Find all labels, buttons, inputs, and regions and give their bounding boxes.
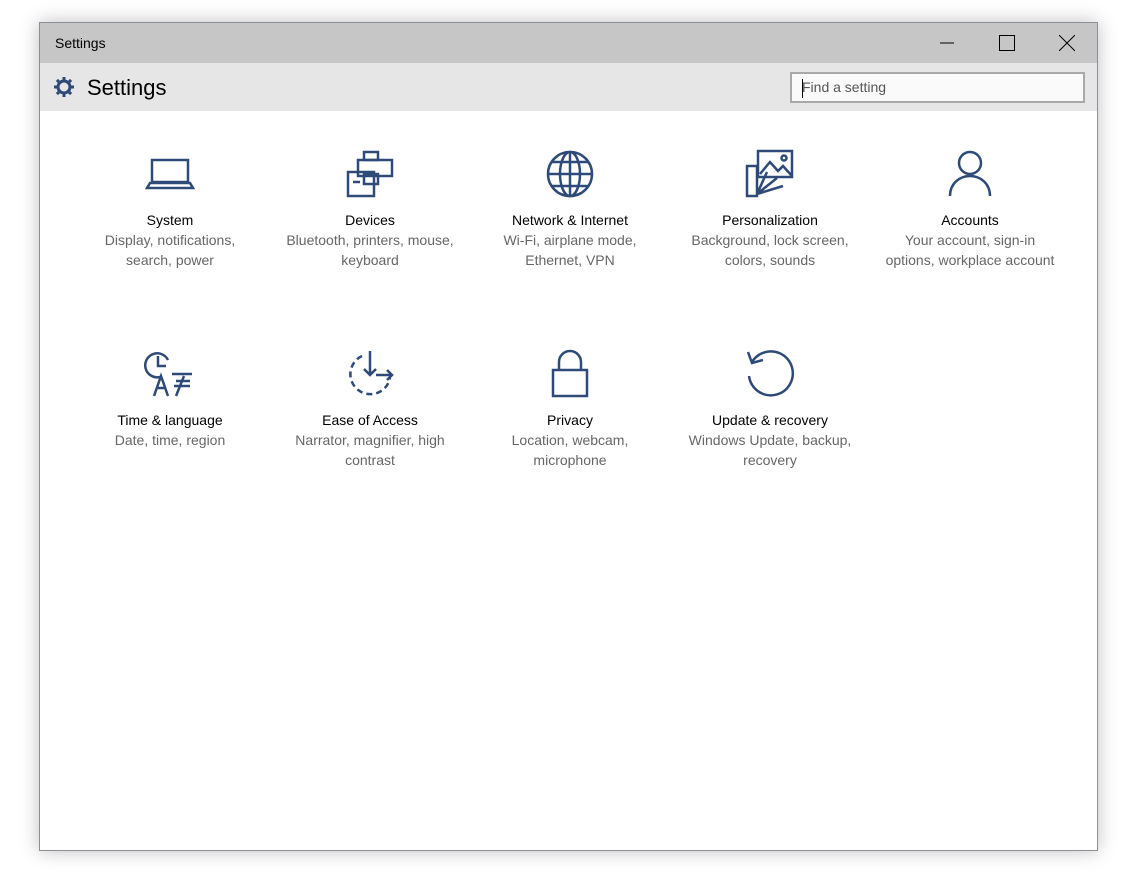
tile-description: Narrator, magnifier, high contrast <box>280 430 460 470</box>
tile-system[interactable]: System Display, notifications, search, p… <box>80 148 260 270</box>
tile-name: Devices <box>280 210 460 230</box>
tile-ease-of-access[interactable]: Ease of Access Narrator, magnifier, high… <box>280 348 460 470</box>
maximize-button[interactable] <box>977 23 1037 63</box>
tile-privacy[interactable]: Privacy Location, webcam, microphone <box>480 348 660 470</box>
personalization-icon <box>744 148 796 200</box>
gear-icon <box>53 76 75 98</box>
window-title: Settings <box>55 35 106 51</box>
search-input[interactable]: Find a setting <box>790 72 1085 103</box>
tile-description: Wi-Fi, airplane mode, Ethernet, VPN <box>480 230 660 270</box>
tile-personalization[interactable]: Personalization Background, lock screen,… <box>680 148 860 270</box>
tile-update-recovery[interactable]: Update & recovery Windows Update, backup… <box>680 348 860 470</box>
lock-icon <box>544 348 596 400</box>
close-icon <box>1059 35 1075 51</box>
time-language-icon <box>144 348 196 400</box>
tile-description: Display, notifications, search, power <box>80 230 260 270</box>
tile-description: Bluetooth, printers, mouse, keyboard <box>280 230 460 270</box>
tile-description: Background, lock screen, colors, sounds <box>680 230 860 270</box>
tile-name: Update & recovery <box>680 410 860 430</box>
tile-description: Date, time, region <box>80 430 260 450</box>
page-title: Settings <box>87 75 167 101</box>
tile-name: Accounts <box>880 210 1060 230</box>
minimize-button[interactable] <box>917 23 977 63</box>
tile-accounts[interactable]: Accounts Your account, sign-in options, … <box>880 148 1060 270</box>
tile-network-internet[interactable]: Network & Internet Wi-Fi, airplane mode,… <box>480 148 660 270</box>
minimize-icon <box>940 36 954 50</box>
tile-name: Ease of Access <box>280 410 460 430</box>
person-icon <box>944 148 996 200</box>
tile-devices[interactable]: Devices Bluetooth, printers, mouse, keyb… <box>280 148 460 270</box>
laptop-icon <box>144 148 196 200</box>
ease-of-access-icon <box>344 348 396 400</box>
maximize-icon <box>999 35 1015 51</box>
tile-name: Network & Internet <box>480 210 660 230</box>
update-icon <box>744 348 796 400</box>
devices-icon <box>344 148 396 200</box>
globe-icon <box>544 148 596 200</box>
tile-name: Privacy <box>480 410 660 430</box>
header: Settings Find a setting <box>40 63 1097 111</box>
close-button[interactable] <box>1037 23 1097 63</box>
settings-window: Settings Settings Find a setting System … <box>39 22 1098 851</box>
title-bar: Settings <box>40 23 1097 63</box>
tile-name: System <box>80 210 260 230</box>
tile-name: Time & language <box>80 410 260 430</box>
tile-description: Windows Update, backup, recovery <box>680 430 860 470</box>
tile-time-language[interactable]: Time & language Date, time, region <box>80 348 260 450</box>
tile-name: Personalization <box>680 210 860 230</box>
tile-description: Your account, sign-in options, workplace… <box>880 230 1060 270</box>
tile-description: Location, webcam, microphone <box>480 430 660 470</box>
